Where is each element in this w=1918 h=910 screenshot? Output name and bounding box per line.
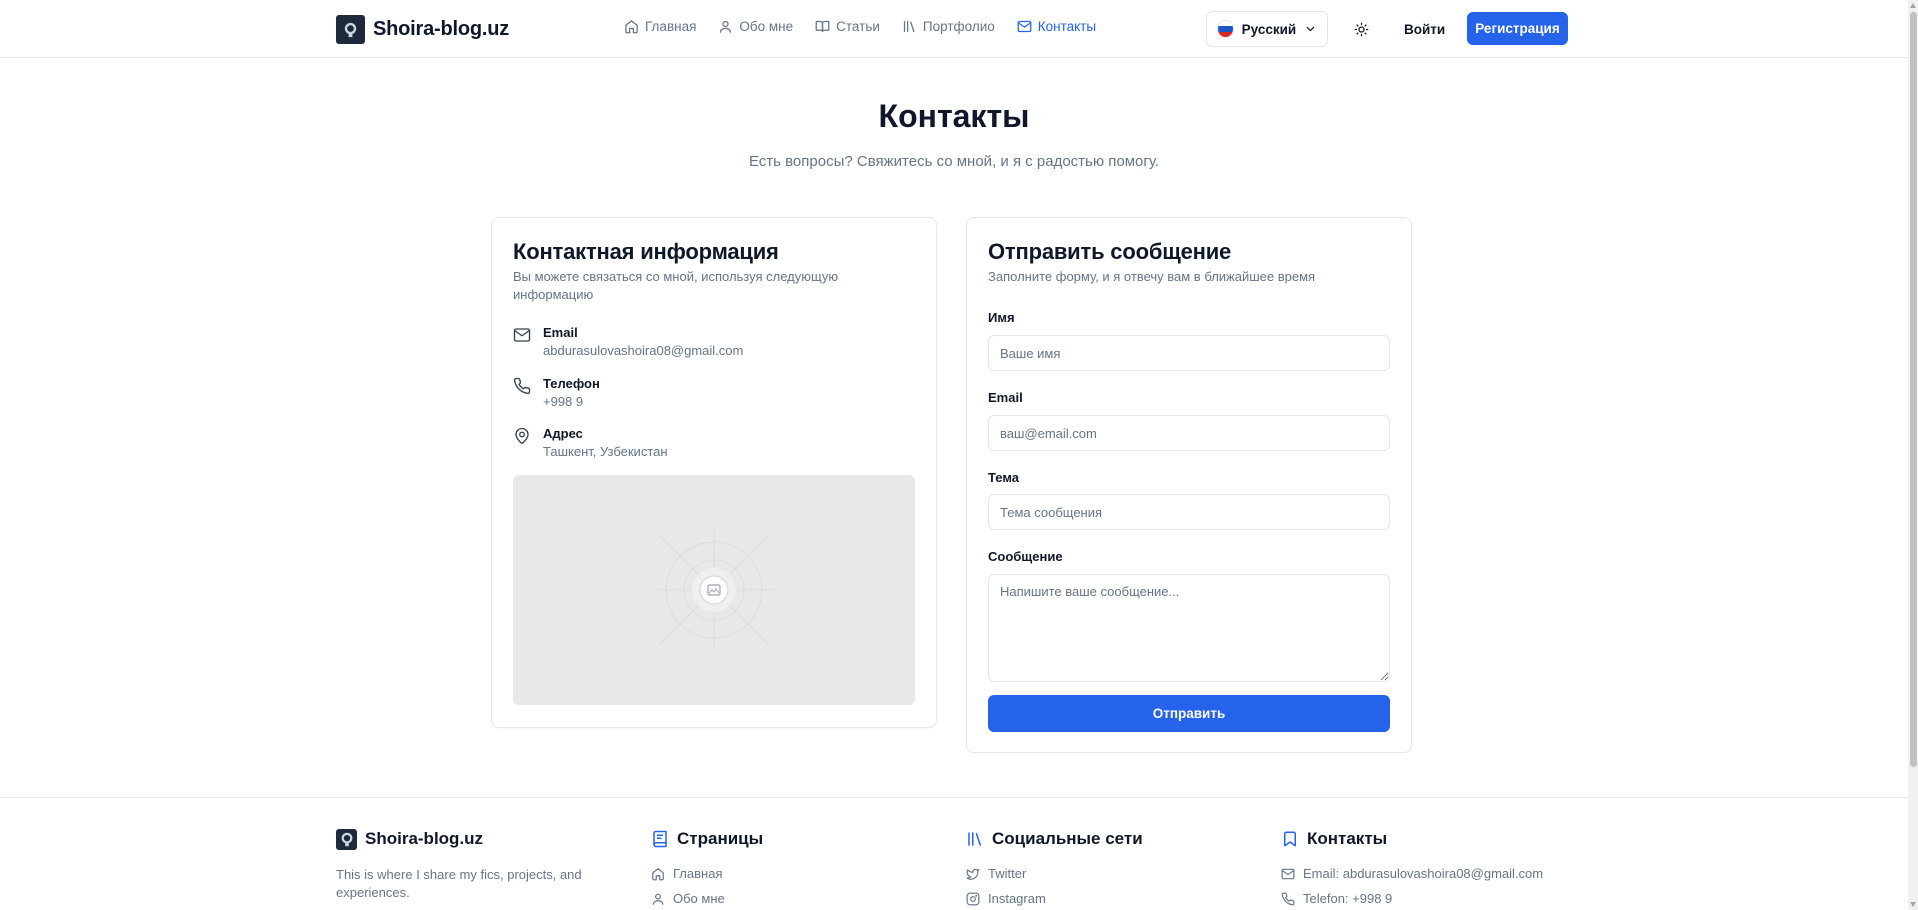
brand-name: Shoira-blog.uz bbox=[373, 17, 510, 40]
image-placeholder-icon bbox=[654, 530, 774, 650]
scroll-up-arrow-icon[interactable] bbox=[1909, 1, 1917, 9]
footer-link-instagram[interactable]: Instagram bbox=[966, 886, 1143, 910]
footer-contact-label: Telefon: +998 9 bbox=[1303, 891, 1393, 906]
nav-item-about[interactable]: Обо мне bbox=[718, 19, 793, 34]
footer-link-home[interactable]: Главная bbox=[651, 861, 763, 886]
footer-link-label: Twitter bbox=[988, 866, 1027, 881]
main-nav: Главная Обо мне Статьи Портфолио Контакт… bbox=[624, 19, 1096, 34]
footer-link-label: Главная bbox=[673, 866, 723, 881]
footer-contact-label: Email: abdurasulovashoira08@gmail.com bbox=[1303, 866, 1544, 881]
language-label: Русский bbox=[1241, 21, 1297, 37]
nav-item-home[interactable]: Главная bbox=[624, 19, 696, 34]
site-footer: Shoira-blog.uz This is where I share my … bbox=[0, 797, 1908, 910]
message-label: Сообщение bbox=[988, 549, 1063, 564]
name-input[interactable] bbox=[988, 335, 1390, 371]
footer-contact-email[interactable]: Email: abdurasulovashoira08@gmail.com bbox=[1281, 861, 1543, 886]
russia-flag-icon bbox=[1217, 20, 1234, 38]
contact-phone-label: Телефон bbox=[543, 376, 600, 391]
map-placeholder[interactable] bbox=[513, 475, 915, 705]
subject-input[interactable] bbox=[988, 494, 1390, 530]
footer-social-column: Социальные сети Twitter Instagram bbox=[966, 828, 1143, 910]
bookmark-icon bbox=[1284, 831, 1296, 847]
nav-item-label: Портфолио bbox=[922, 19, 995, 34]
mail-icon bbox=[513, 328, 531, 342]
page-scrollbar[interactable] bbox=[1908, 0, 1918, 910]
footer-brand[interactable]: Shoira-blog.uz bbox=[336, 828, 606, 850]
footer-link-label: Обо мне bbox=[673, 891, 725, 906]
email-label: Email bbox=[988, 390, 1023, 405]
name-label: Имя bbox=[988, 310, 1015, 325]
email-input[interactable] bbox=[988, 415, 1390, 451]
login-button[interactable]: Войти bbox=[1392, 11, 1457, 47]
footer-pages-title: Страницы bbox=[677, 829, 764, 848]
form-title: Отправить сообщение bbox=[988, 239, 1232, 264]
mail-icon bbox=[1281, 868, 1295, 879]
user-icon bbox=[720, 20, 732, 33]
footer-link-twitter[interactable]: Twitter bbox=[966, 861, 1143, 886]
submit-button[interactable]: Отправить bbox=[988, 695, 1390, 732]
contact-phone-value[interactable]: +998 9 bbox=[543, 392, 600, 411]
register-button[interactable]: Регистрация bbox=[1467, 12, 1568, 45]
nav-item-label: Главная bbox=[645, 19, 697, 34]
contact-email-item: Email abdurasulovashoira08@gmail.com bbox=[513, 324, 743, 360]
sun-icon bbox=[1354, 22, 1368, 36]
home-icon bbox=[652, 867, 664, 880]
footer-contacts-title: Контакты bbox=[1307, 829, 1388, 848]
nav-item-contacts[interactable]: Контакты bbox=[1017, 19, 1096, 34]
nav-item-label: Контакты bbox=[1037, 19, 1097, 34]
brand-logo-link[interactable]: Shoira-blog.uz bbox=[336, 14, 509, 44]
footer-pages-column: Страницы Главная Обо мне bbox=[651, 828, 763, 910]
site-header: Shoira-blog.uz Главная Обо мне Статьи По… bbox=[0, 0, 1908, 58]
footer-contacts-column: Контакты Email: abdurasulovashoira08@gma… bbox=[1281, 828, 1543, 910]
scroll-down-arrow-icon[interactable] bbox=[1909, 900, 1917, 908]
message-form-card: Отправить сообщение Заполните форму, и я… bbox=[966, 217, 1412, 753]
map-pin-icon bbox=[515, 427, 529, 445]
message-textarea[interactable] bbox=[988, 574, 1390, 682]
contact-info-title: Контактная информация bbox=[513, 239, 779, 264]
contact-email-value[interactable]: abdurasulovashoira08@gmail.com bbox=[543, 341, 743, 360]
footer-link-about[interactable]: Обо мне bbox=[651, 886, 763, 910]
contact-address-item: Адрес Ташкент, Узбекистан bbox=[513, 425, 668, 461]
library-icon bbox=[968, 832, 981, 846]
subject-label: Тема bbox=[988, 470, 1020, 485]
footer-pages-heading: Страницы bbox=[651, 828, 763, 850]
nav-item-label: Статьи bbox=[836, 19, 880, 34]
instagram-icon bbox=[966, 892, 980, 905]
nav-item-articles[interactable]: Статьи bbox=[815, 19, 880, 34]
footer-social-title: Социальные сети bbox=[992, 829, 1143, 848]
footer-about-text: This is where I share my fics, projects,… bbox=[336, 867, 582, 900]
page-subtitle: Есть вопросы? Свяжитесь со мной, и я с р… bbox=[748, 153, 1160, 170]
contact-info-card: Контактная информация Вы можете связатьс… bbox=[491, 217, 937, 728]
form-description: Заполните форму, и я отвечу вам в ближай… bbox=[988, 269, 1316, 284]
contact-phone-item: Телефон +998 9 bbox=[513, 375, 600, 411]
footer-contact-phone[interactable]: Telefon: +998 9 bbox=[1281, 886, 1543, 910]
footer-link-label: Instagram bbox=[988, 891, 1046, 906]
home-icon bbox=[625, 20, 638, 34]
contact-email-label: Email bbox=[543, 325, 578, 340]
footer-brand-column: Shoira-blog.uz This is where I share my … bbox=[336, 828, 606, 902]
footer-brand-name: Shoira-blog.uz bbox=[365, 829, 484, 848]
twitter-icon bbox=[966, 868, 980, 880]
contact-address-value: Ташкент, Узбекистан bbox=[543, 444, 668, 459]
logo-icon bbox=[336, 828, 357, 850]
book-open-icon bbox=[815, 20, 830, 33]
book-icon bbox=[653, 830, 667, 848]
phone-icon bbox=[513, 377, 531, 395]
page-title: Контакты bbox=[878, 98, 1030, 134]
nav-item-portfolio[interactable]: Портфолио bbox=[902, 19, 995, 34]
nav-item-label: Обо мне bbox=[739, 19, 794, 34]
contact-info-description: Вы можете связаться со мной, используя с… bbox=[513, 269, 839, 302]
footer-contacts-heading: Контакты bbox=[1281, 828, 1543, 850]
footer-social-heading: Социальные сети bbox=[966, 828, 1143, 850]
logo-icon bbox=[336, 14, 365, 44]
user-icon bbox=[652, 893, 664, 905]
language-select[interactable]: Русский bbox=[1206, 11, 1328, 47]
mail-icon bbox=[1017, 20, 1032, 33]
library-icon bbox=[903, 20, 915, 33]
phone-icon bbox=[1281, 892, 1295, 905]
scrollbar-thumb[interactable] bbox=[1910, 12, 1917, 767]
theme-toggle-button[interactable] bbox=[1350, 18, 1372, 40]
contact-address-label: Адрес bbox=[543, 426, 583, 441]
chevron-down-icon bbox=[1306, 26, 1315, 32]
